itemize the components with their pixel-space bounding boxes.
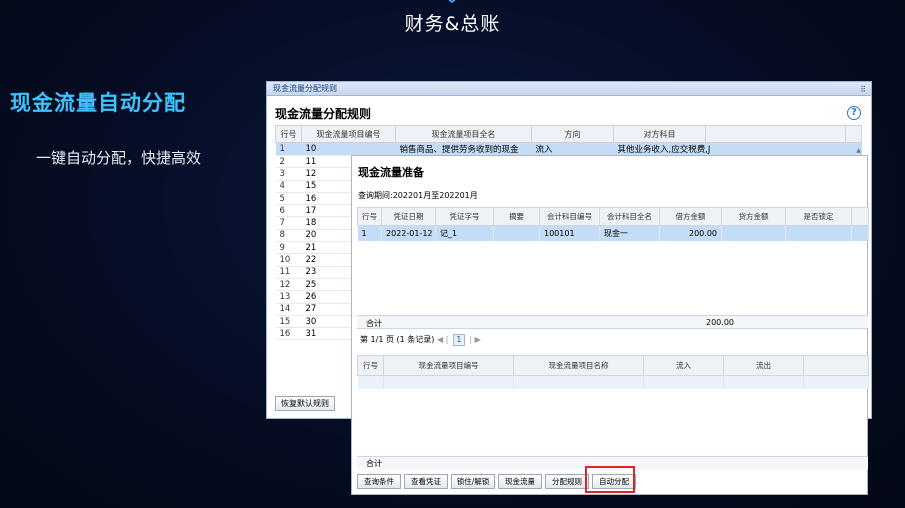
query-period: 查询期间:202201月至202201月	[358, 191, 478, 200]
page-number-button[interactable]: 1	[452, 334, 465, 346]
row-index: 13	[275, 290, 302, 304]
lock-unlock-button[interactable]: 锁住/解锁	[451, 474, 495, 489]
feature-description: 一键自动分配，快捷高效	[36, 149, 202, 167]
row-index: 1	[357, 225, 382, 241]
col-header-empty	[803, 355, 869, 376]
total-label: 合计	[366, 459, 382, 468]
col-header[interactable]: 现金流量项目名称	[513, 355, 644, 376]
row-summary	[493, 225, 540, 241]
row-index: 10	[275, 253, 302, 267]
row-index: 3	[275, 167, 302, 181]
total-debit: 200.00	[706, 318, 734, 327]
col-header[interactable]: 贷方金额	[721, 207, 786, 226]
col-header[interactable]: 借方金额	[659, 207, 722, 226]
voucher-table: 行号 凭证日期 凭证字号 摘要 会计科目编号 会计科目全名 借方金额 贷方金额 …	[357, 207, 869, 241]
row-acct-code: 100101	[539, 225, 600, 241]
layer-icon	[448, 0, 456, 4]
help-icon[interactable]: ?	[847, 106, 861, 120]
col-header[interactable]: 行号	[357, 355, 384, 376]
row-code: 10	[301, 142, 396, 156]
prev-page-icon[interactable]: ◀ |	[437, 335, 448, 344]
row-index: 5	[275, 192, 302, 206]
col-header[interactable]: 方向	[531, 125, 614, 143]
col-header[interactable]: 凭证字号	[435, 207, 494, 226]
allocation-rules-button[interactable]: 分配规则	[545, 474, 589, 489]
col-header[interactable]: 现金流量项目编号	[383, 355, 514, 376]
query-conditions-button[interactable]: 查询条件	[357, 474, 401, 489]
row-index: 16	[275, 327, 302, 341]
row-credit	[721, 225, 786, 241]
col-header-empty	[705, 125, 846, 143]
row-debit: 200.00	[659, 225, 722, 241]
view-voucher-button[interactable]: 查看凭证	[404, 474, 448, 489]
restore-default-rules-button[interactable]: 恢复默认规则	[275, 396, 335, 411]
row-index: 7	[275, 216, 302, 230]
col-header[interactable]: 是否锁定	[785, 207, 852, 226]
row-index: 8	[275, 229, 302, 243]
col-header-empty	[851, 207, 869, 226]
col-header[interactable]: 现金流量项目全名	[395, 125, 532, 143]
row-voucher: 记_1	[435, 225, 494, 241]
row-filler	[851, 225, 869, 241]
row-index: 11	[275, 266, 302, 279]
col-header[interactable]: 现金流量项目编号	[301, 125, 396, 143]
next-page-icon[interactable]: | ▶	[469, 335, 480, 344]
close-icon[interactable]: ⠿	[860, 83, 866, 97]
row-index: 15	[275, 315, 302, 329]
col-header-empty	[845, 125, 862, 143]
window-titlebar: 现金流量分配规则 ⠿	[267, 82, 871, 96]
table-row[interactable]: 1 10 销售商品、提供劳务收到的现金 流入 其他业务收入,应交税费,J	[275, 142, 862, 156]
row-index: 9	[275, 241, 302, 255]
table-header: 行号 凭证日期 凭证字号 摘要 会计科目编号 会计科目全名 借方金额 贷方金额 …	[357, 207, 869, 226]
row-locked	[785, 225, 852, 241]
cash-flow-button[interactable]: 现金流量	[498, 474, 542, 489]
table-header: 行号 现金流量项目编号 现金流量项目名称 流入 流出	[357, 355, 869, 376]
row-index: 14	[275, 303, 302, 316]
total-label: 合计	[366, 319, 382, 328]
pager-info: 第 1/1 页 (1 条记录)	[360, 335, 435, 344]
highlight-box	[585, 466, 635, 493]
cashflow-prep-window: 现金流量准备 查询期间:202201月至202201月 行号 凭证日期 凭证字号…	[351, 155, 869, 495]
row-date: 2022-01-12	[381, 225, 436, 241]
row-name: 销售商品、提供劳务收到的现金	[395, 142, 532, 156]
col-header[interactable]: 对方科目	[613, 125, 706, 143]
col-header[interactable]: 流出	[723, 355, 804, 376]
row-index: 6	[275, 204, 302, 218]
feature-title: 现金流量自动分配	[10, 91, 186, 115]
col-header[interactable]: 摘要	[493, 207, 540, 226]
pager: 第 1/1 页 (1 条记录) ◀ | 1 | ▶	[360, 334, 481, 346]
prep-heading: 现金流量准备	[358, 166, 424, 179]
table-row[interactable]: 1 2022-01-12 记_1 100101 现金一 200.00	[357, 225, 869, 241]
row-acct-name: 现金一	[599, 225, 660, 241]
cashflow-item-table: 行号 现金流量项目编号 现金流量项目名称 流入 流出	[357, 355, 869, 389]
col-header[interactable]: 凭证日期	[381, 207, 436, 226]
col-header[interactable]: 会计科目编号	[539, 207, 600, 226]
col-header[interactable]: 行号	[357, 207, 382, 226]
window-title: 现金流量分配规则	[273, 84, 337, 93]
row-direction: 流入	[531, 142, 614, 156]
col-header[interactable]: 流入	[643, 355, 724, 376]
row-index: 1	[275, 142, 302, 156]
row-index: 12	[275, 278, 302, 292]
row-account: 其他业务收入,应交税费,J	[613, 142, 846, 156]
row-index: 4	[275, 180, 302, 193]
table-row-empty[interactable]	[357, 375, 869, 389]
table-header: 行号 现金流量项目编号 现金流量项目全名 方向 对方科目	[275, 125, 862, 143]
col-header[interactable]: 行号	[275, 125, 302, 143]
row-index: 2	[275, 155, 302, 169]
rules-heading: 现金流量分配规则	[275, 107, 372, 121]
voucher-total-row: 合计 200.00	[357, 315, 868, 329]
col-header[interactable]: 会计科目全名	[599, 207, 660, 226]
page-title: 财务&总账	[404, 13, 501, 35]
scroll-up-icon[interactable]: ▲	[856, 147, 861, 154]
